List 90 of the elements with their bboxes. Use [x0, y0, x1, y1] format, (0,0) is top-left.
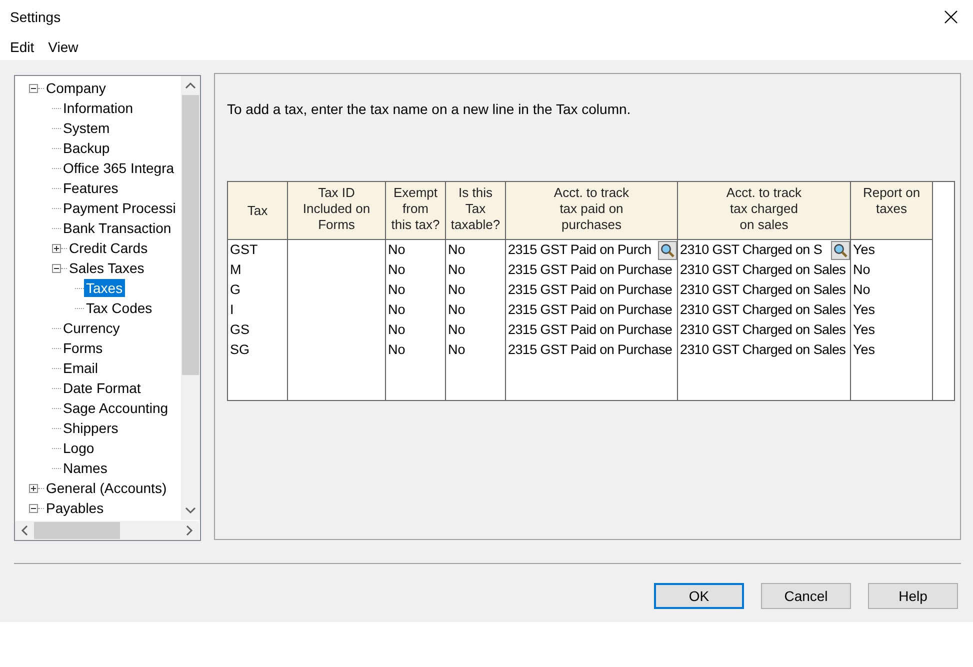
magnifier-icon [833, 242, 848, 258]
table-cell[interactable]: No [853, 260, 870, 280]
table-cell[interactable]: Yes [853, 300, 876, 320]
table-cell[interactable]: No [448, 260, 466, 280]
table-cell[interactable]: No [448, 340, 466, 360]
table-cell[interactable]: No [388, 240, 406, 260]
expand-toggle[interactable] [52, 244, 61, 252]
menu-item[interactable]: Edit [3, 39, 42, 55]
vertical-scrollbar[interactable] [181, 76, 200, 520]
table-cell[interactable]: No [448, 320, 466, 340]
tree-item[interactable]: System [61, 119, 112, 137]
tree-item[interactable]: Taxes [84, 279, 125, 297]
table-cell[interactable]: No [853, 280, 870, 300]
table-cell[interactable]: 2315 GST Paid on Purchase [508, 340, 672, 360]
collapse-toggle[interactable] [52, 264, 61, 272]
table-cell[interactable]: Yes [853, 320, 876, 340]
scroll-up-icon[interactable] [185, 82, 196, 89]
collapse-toggle[interactable] [29, 504, 38, 512]
scroll-right-icon[interactable] [186, 525, 193, 536]
lookup-button[interactable] [831, 240, 850, 260]
tree-item[interactable]: Date Format [61, 379, 143, 397]
magnifier-icon [660, 242, 675, 258]
tree-item[interactable]: Payment Processi [61, 199, 178, 217]
table-cell[interactable]: 2310 GST Charged on Sales [680, 300, 846, 320]
column-header: Exempt from this tax? [386, 182, 446, 240]
table-cell[interactable]: 2315 GST Paid on Purchase [508, 320, 672, 340]
window-title: Settings [10, 9, 61, 25]
table-cell[interactable]: GST [230, 240, 258, 260]
table-cell[interactable]: 2310 GST Charged on Sales [680, 280, 846, 300]
tree-item[interactable]: Information [61, 99, 136, 117]
instruction-text: To add a tax, enter the tax name on a new line in the Tax column. [227, 101, 632, 117]
collapse-toggle[interactable] [29, 84, 38, 92]
table-cell[interactable]: No [448, 280, 466, 300]
table-cell[interactable]: I [230, 300, 234, 320]
plus-icon [53, 244, 60, 252]
table-cell[interactable]: 2315 GST Paid on Purchase [508, 280, 672, 300]
dialog-button[interactable]: OK [654, 583, 744, 609]
dialog-button[interactable]: Help [868, 583, 958, 609]
table-cell[interactable]: 2315 GST Paid on Purchase [508, 300, 672, 320]
scroll-down-icon[interactable] [185, 507, 196, 514]
tree-item[interactable]: Backup [61, 139, 112, 157]
table-cell[interactable]: GS [230, 320, 250, 340]
dialog-button[interactable]: Cancel [761, 583, 851, 609]
tree-item[interactable]: Logo [61, 439, 96, 457]
tree-item[interactable]: Names [61, 459, 110, 477]
plus-icon [30, 484, 37, 492]
table-cell[interactable]: Yes [853, 340, 876, 360]
tree-item[interactable]: Office 365 Integra [61, 159, 176, 177]
table-cell[interactable]: 2315 GST Paid on Purchase [508, 260, 672, 280]
table-cell[interactable]: M [230, 260, 242, 280]
table-cell[interactable]: 2310 GST Charged on Sales [680, 320, 846, 340]
table-cell[interactable]: No [388, 320, 406, 340]
table-cell[interactable]: 2315 GST Paid on Purch [508, 240, 652, 260]
tree-item[interactable]: Features [61, 179, 120, 197]
column-header: Acct. to track tax paid on purchases [506, 182, 678, 240]
expand-toggle[interactable] [29, 484, 38, 492]
horizontal-scrollbar[interactable] [15, 521, 199, 540]
table-cell[interactable]: 2310 GST Charged on Sales [680, 260, 846, 280]
table-cell[interactable]: Yes [853, 240, 876, 260]
table-cell[interactable]: No [388, 260, 406, 280]
column-header: Report on taxes [851, 182, 933, 240]
table-cell[interactable]: G [230, 280, 241, 300]
column-header: Tax ID Included on Forms [288, 182, 386, 240]
menu-item[interactable]: View [41, 39, 86, 55]
tree-item[interactable]: Credit Cards [67, 239, 150, 257]
tree-item[interactable]: Shippers [61, 419, 120, 437]
tree-item[interactable]: General (Accounts) [44, 479, 169, 497]
table-cell[interactable]: 2310 GST Charged on S [680, 240, 822, 260]
table-cell[interactable]: No [448, 300, 466, 320]
table-cell[interactable]: No [388, 300, 406, 320]
column-header: Tax [228, 182, 288, 240]
table-cell[interactable]: No [448, 240, 466, 260]
tree-item[interactable]: Sales Taxes [67, 259, 146, 277]
tree-item[interactable]: Currency [61, 319, 122, 337]
table-cell[interactable]: No [388, 280, 406, 300]
lookup-button[interactable] [658, 240, 677, 260]
tree-item[interactable]: Tax Codes [84, 299, 154, 317]
table-cell[interactable]: No [388, 340, 406, 360]
tree-item[interactable]: Payables [44, 499, 106, 517]
tree-item[interactable]: Forms [61, 339, 105, 357]
scroll-left-icon[interactable] [21, 525, 28, 536]
table-cell[interactable]: 2310 GST Charged on Sales [680, 340, 846, 360]
column-header: Acct. to track tax charged on sales [678, 182, 851, 240]
close-icon [944, 10, 958, 24]
tree-item[interactable]: Company [44, 79, 108, 97]
tree-item[interactable]: Bank Transaction [61, 219, 174, 237]
tree-item[interactable]: Email [61, 359, 100, 377]
table-cell[interactable]: SG [230, 340, 250, 360]
tree-item[interactable]: Sage Accounting [61, 399, 170, 417]
column-header: Is this Tax taxable? [446, 182, 506, 240]
